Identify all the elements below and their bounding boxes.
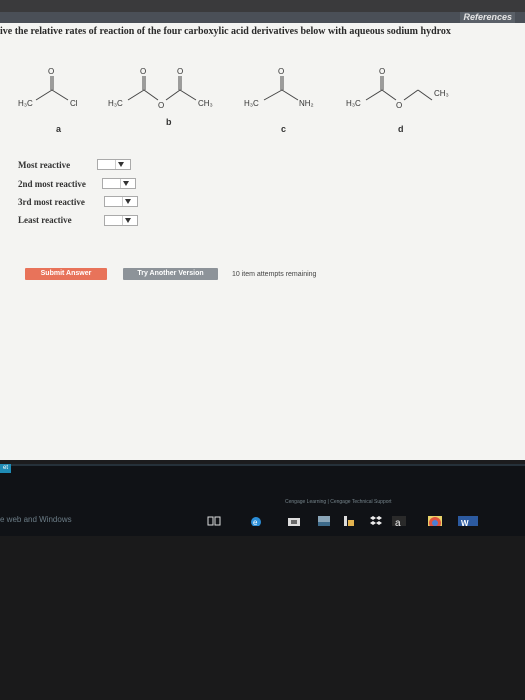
struct-c-left: H₃C [244,99,259,108]
struct-a-right: Cl [70,99,78,108]
question-prompt: ive the relative rates of reaction of th… [0,26,451,37]
cengage-footer-text: Cengage Learning | Cengage Technical Sup… [285,499,392,505]
photos-icon[interactable] [318,516,330,526]
rank-label-4: Least reactive [18,215,72,225]
browser-content: References ive the relative rates of rea… [0,12,525,460]
struct-b-carbonyl-o2: O [177,67,183,76]
struct-b-left: H₃C [108,99,123,108]
struct-d-letter: d [398,124,404,134]
structures-panel: O H₃C Cl a O O H₃C O CH₃ b O H₃C NH₂ c O… [18,67,449,134]
file-explorer-icon[interactable] [344,516,354,526]
chevron-down-icon [125,218,131,223]
rank-select-4[interactable] [104,215,138,226]
struct-d-right: CH₃ [434,89,449,98]
chevron-down-icon [125,199,131,204]
windows-taskbar [0,464,525,536]
chevron-down-icon [123,181,129,186]
svg-text:a: a [395,518,401,526]
task-view-icon[interactable] [207,516,221,526]
store-icon[interactable] [288,516,300,526]
struct-c-letter: c [281,124,286,134]
chrome-icon[interactable] [428,516,442,526]
attempts-remaining-text: 10 item attempts remaining [232,271,317,278]
rank-label-3: 3rd most reactive [18,197,85,207]
rank-select-2[interactable] [102,178,136,189]
rank-select-3[interactable] [104,196,138,207]
struct-a-letter: a [56,124,62,134]
edge-browser-icon[interactable]: e [250,516,262,526]
struct-d-left: H₃C [346,99,361,108]
struct-d-carbonyl-o: O [379,67,385,76]
taskbar-search-box[interactable]: e web and Windows [0,515,72,524]
svg-text:W: W [461,519,469,526]
references-link[interactable]: References [460,12,515,23]
svg-text:e: e [253,518,258,526]
dropbox-icon[interactable] [370,516,382,526]
struct-b-bridge: O [158,101,164,110]
struct-a-carbonyl-o: O [48,67,54,76]
submit-answer-button[interactable]: Submit Answer [25,268,107,280]
try-another-version-button[interactable]: Try Another Version [123,268,218,280]
rank-select-1[interactable] [97,159,131,170]
struct-a-left: H₃C [18,99,33,108]
top-bar: References [0,12,525,23]
struct-c-carbonyl-o: O [278,67,284,76]
corner-tag: et [0,464,11,473]
amazon-icon[interactable]: a [392,516,406,526]
word-icon[interactable]: W [458,516,478,526]
desk-surface [0,536,525,700]
chevron-down-icon [118,162,124,167]
struct-c-right: NH₂ [299,99,314,108]
rank-label-2: 2nd most reactive [18,179,86,189]
struct-b-letter: b [166,117,172,127]
monitor-bezel [0,0,525,12]
struct-b-carbonyl-o: O [140,67,146,76]
rank-label-1: Most reactive [18,160,71,170]
struct-b-right: CH₃ [198,99,213,108]
struct-d-bridge: O [396,101,402,110]
